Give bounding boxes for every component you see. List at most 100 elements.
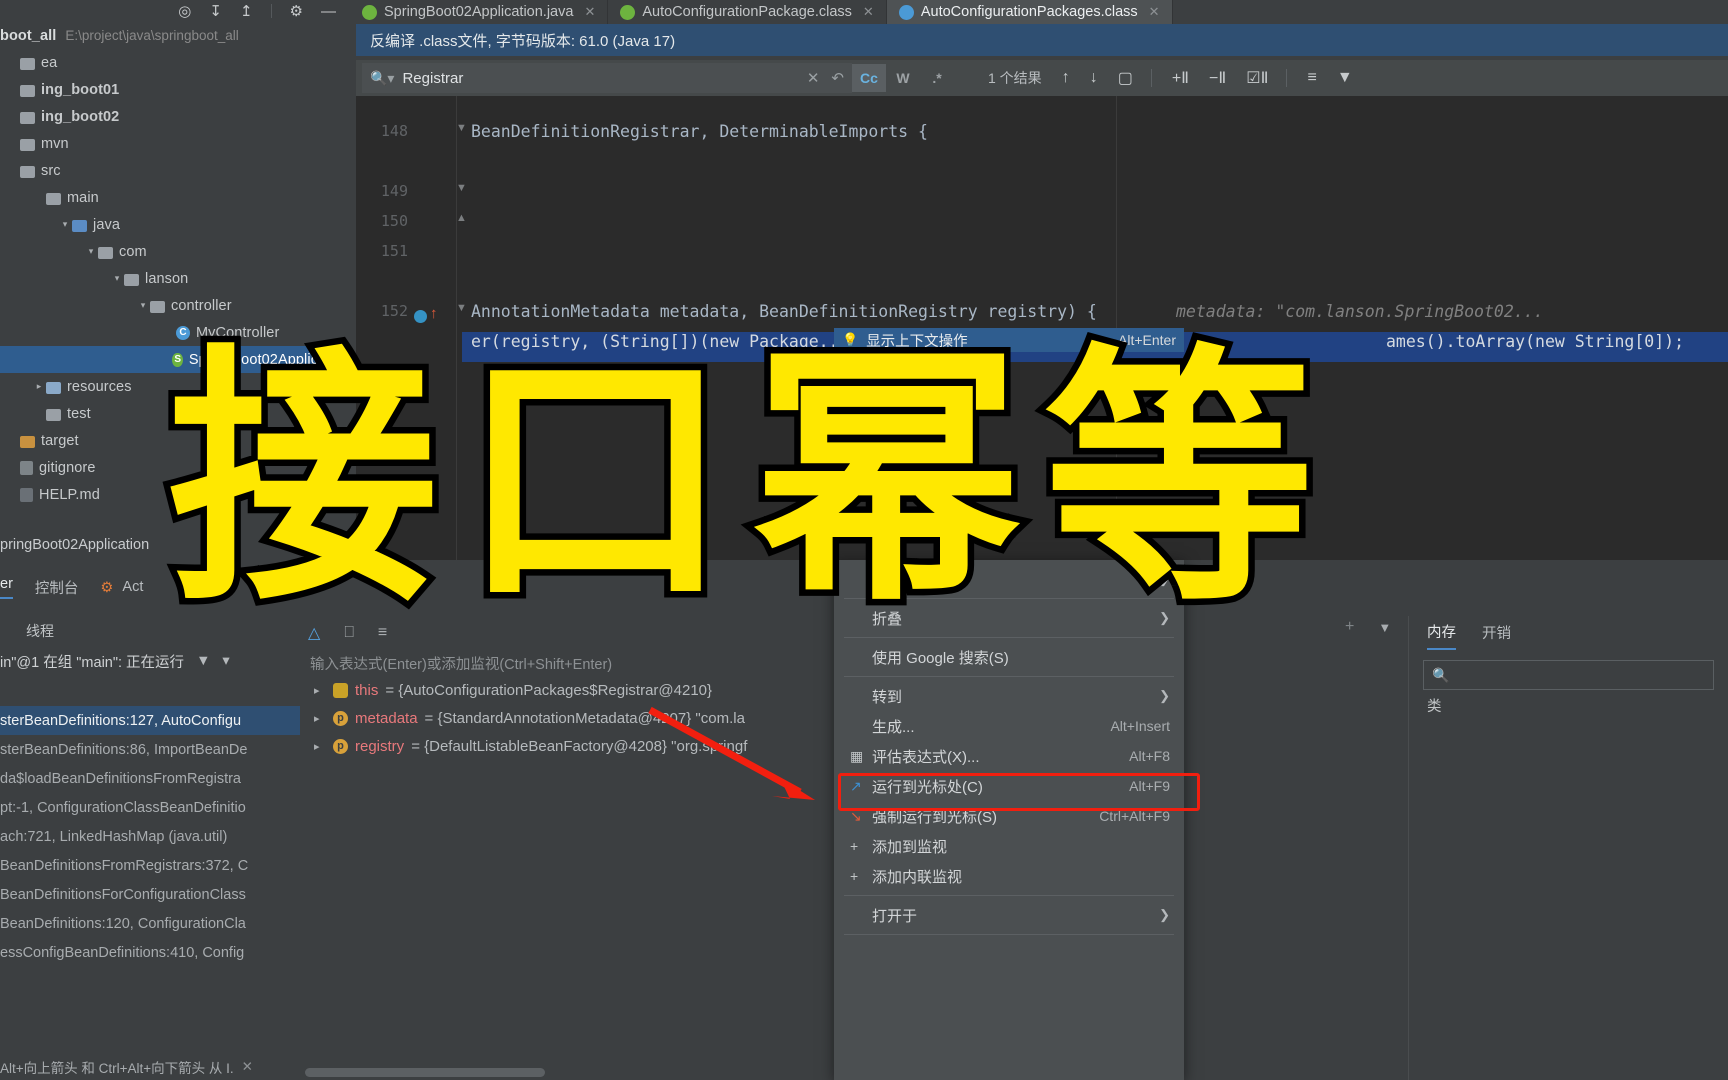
memory-search-input[interactable]: 🔍: [1423, 660, 1714, 690]
frames-panel[interactable]: 线程 in"@1 在组 "main": 正在运行 ▼ ▾ sterBeanDef…: [0, 616, 300, 1080]
collapse-all-icon[interactable]: ↧: [209, 4, 222, 19]
thread-selector[interactable]: in"@1 在组 "main": 正在运行 ▼ ▾: [0, 646, 300, 676]
history-icon[interactable]: ↶: [831, 69, 844, 87]
tab-overhead[interactable]: 开销: [1482, 622, 1511, 649]
menu-item-打开于[interactable]: 打开于 ❯: [834, 900, 1184, 930]
horizontal-scrollbar[interactable]: [305, 1068, 545, 1077]
fold-icon[interactable]: ▼: [456, 122, 467, 134]
project-root-row[interactable]: boot_all E:\project\java\springboot_all: [0, 22, 350, 49]
list-icon[interactable]: ≡: [1307, 69, 1316, 87]
close-icon[interactable]: ✕: [584, 4, 595, 20]
close-icon[interactable]: ✕: [863, 4, 874, 20]
close-icon[interactable]: ✕: [1149, 4, 1160, 20]
stack-frame[interactable]: BeanDefinitions:120, ConfigurationCla: [0, 909, 300, 938]
gear-icon[interactable]: ⚙: [290, 4, 303, 19]
menu-item-使用Google搜索S[interactable]: 使用 Google 搜索(S): [834, 642, 1184, 672]
menu-item-生成[interactable]: 生成... Alt+Insert: [834, 711, 1184, 741]
chevron-icon[interactable]: ▾: [136, 300, 150, 311]
fold-icon[interactable]: ▼: [456, 182, 467, 194]
tree-item-lanson[interactable]: ▾ lanson: [0, 265, 350, 292]
minimize-icon[interactable]: —: [321, 4, 336, 19]
arrow-down-icon[interactable]: ↓: [1090, 69, 1098, 87]
menu-item-添加内联监视[interactable]: + 添加内联监视: [834, 861, 1184, 891]
expand-all-icon[interactable]: ↥: [240, 4, 253, 19]
menu-item-添加到监视[interactable]: + 添加到监视: [834, 831, 1184, 861]
editor-tabs[interactable]: SpringBoot02Application.java ✕ AutoConfi…: [350, 0, 1728, 24]
tree-item-ea[interactable]: ea: [0, 49, 350, 76]
tree-item-java[interactable]: ▾ java: [0, 211, 350, 238]
findbar-divider: [1150, 69, 1152, 87]
menu-item-shortcut: Ctrl+Alt+F9: [1099, 808, 1170, 824]
chevron-right-icon[interactable]: ▸: [314, 712, 326, 725]
target-icon[interactable]: ◎: [178, 4, 191, 19]
fold-icon[interactable]: ▼: [456, 302, 467, 314]
stack-frame[interactable]: da$loadBeanDefinitionsFromRegistra: [0, 764, 300, 793]
remove-line-icon[interactable]: −Ⅱ: [1209, 68, 1226, 88]
decompile-notice: 反编译 .class文件, 字节码版本: 61.0 (Java 17): [356, 24, 1728, 56]
select-all-icon[interactable]: ▢: [1118, 68, 1133, 88]
tab-autoconfigurationpackage[interactable]: AutoConfigurationPackage.class ✕: [608, 0, 887, 24]
whole-words-toggle[interactable]: W: [886, 64, 920, 92]
chevron-right-icon[interactable]: ▸: [314, 684, 326, 697]
tree-item-ing-boot02[interactable]: ing_boot02: [0, 103, 350, 130]
filter-icon[interactable]: ▼: [196, 653, 210, 669]
fold-icon[interactable]: ▲: [456, 212, 467, 224]
match-case-toggle[interactable]: Cc: [852, 64, 886, 92]
variable-value: = {StandardAnnotationMetadata@4207} "com…: [424, 709, 745, 727]
class-icon: [620, 4, 636, 20]
folder-icon: [20, 111, 35, 124]
folder-icon: [20, 435, 35, 448]
tree-item-mvn[interactable]: mvn: [0, 130, 350, 157]
chevron-icon[interactable]: ▾: [58, 219, 72, 230]
close-icon[interactable]: ✕: [242, 1059, 253, 1075]
search-input-value: Registrar: [402, 69, 464, 87]
regex-toggle[interactable]: .*: [920, 64, 954, 92]
chevron-icon[interactable]: ▾: [84, 246, 98, 257]
tab-debugger[interactable]: er: [0, 576, 13, 599]
folder-icon: [20, 165, 35, 178]
chevron-right-icon[interactable]: ▸: [314, 740, 326, 753]
md-file-icon: [20, 487, 33, 502]
menu-item-评估表达式X[interactable]: ▦ 评估表达式(X)... Alt+F8: [834, 741, 1184, 771]
tab-springboot02application[interactable]: SpringBoot02Application.java ✕: [350, 0, 609, 24]
arrow-up-icon[interactable]: ↑: [1062, 69, 1070, 87]
add-line-icon[interactable]: +Ⅱ: [1172, 68, 1189, 88]
tree-item-controller[interactable]: ▾ controller: [0, 292, 350, 319]
menu-item-运行到光标处C[interactable]: ↗ 运行到光标处(C) Alt+F9: [834, 771, 1184, 801]
tab-autoconfigurationpackages[interactable]: AutoConfigurationPackages.class ✕: [886, 0, 1173, 24]
tree-item-main[interactable]: main: [0, 184, 350, 211]
chevron-icon[interactable]: ▸: [32, 381, 46, 392]
stack-frame[interactable]: sterBeanDefinitions:127, AutoConfigu: [0, 706, 300, 735]
stack-frame[interactable]: pt:-1, ConfigurationClassBeanDefinitio: [0, 793, 300, 822]
tab-memory[interactable]: 内存: [1427, 621, 1456, 650]
stack-frame[interactable]: sterBeanDefinitions:86, ImportBeanDe: [0, 735, 300, 764]
filter-icon[interactable]: ▼: [1337, 69, 1353, 87]
line-number: 148: [380, 122, 408, 140]
search-input[interactable]: 🔍▾ Registrar ✕ ↶: [362, 63, 852, 93]
chevron-down-icon[interactable]: ▾: [222, 653, 229, 669]
memory-tabs[interactable]: 内存 开销: [1409, 616, 1728, 654]
stack-frame[interactable]: essConfigBeanDefinitions:410, Config: [0, 938, 300, 967]
tree-item-src[interactable]: src: [0, 157, 350, 184]
stack-frame[interactable]: BeanDefinitionsForConfigurationClass: [0, 880, 300, 909]
chevron-icon[interactable]: ▾: [110, 273, 124, 284]
tree-item-ing-boot01[interactable]: ing_boot01: [0, 76, 350, 103]
menu-item-转到[interactable]: 转到 ❯: [834, 681, 1184, 711]
stack-frame[interactable]: BeanDefinitionsFromRegistrars:372, C: [0, 851, 300, 880]
memory-panel[interactable]: 内存 开销 🔍 类: [1408, 616, 1728, 1080]
folder-icon: [124, 273, 139, 286]
tree-item-label: mvn: [41, 135, 69, 152]
edit-line-icon[interactable]: ☑Ⅱ: [1246, 68, 1268, 88]
project-bottom-file-label: pringBoot02Application: [0, 537, 150, 553]
stack-frame[interactable]: ach:721, LinkedHashMap (java.util): [0, 822, 300, 851]
debug-tabs[interactable]: er 控制台 ⚙ Act: [0, 570, 143, 604]
find-bar[interactable]: 🔍▾ Registrar ✕ ↶ Cc W .* 1 个结果 ↑ ↓ ▢ +Ⅱ …: [356, 60, 1728, 96]
variable-name: metadata: [355, 709, 418, 727]
tab-console[interactable]: 控制台: [35, 577, 79, 598]
tree-item-com[interactable]: ▾ com: [0, 238, 350, 265]
frames-list[interactable]: sterBeanDefinitions:127, AutoConfigu ster…: [0, 706, 300, 1058]
menu-item-强制运行到光标S[interactable]: ↘ 强制运行到光标(S) Ctrl+Alt+F9: [834, 801, 1184, 831]
tab-actuator[interactable]: ⚙ Act: [100, 579, 143, 596]
close-icon[interactable]: ✕: [807, 69, 820, 87]
ide-window: ◎ ↧ ↥ ⚙ — boot_all E:\project\java\sprin…: [0, 0, 1728, 1080]
